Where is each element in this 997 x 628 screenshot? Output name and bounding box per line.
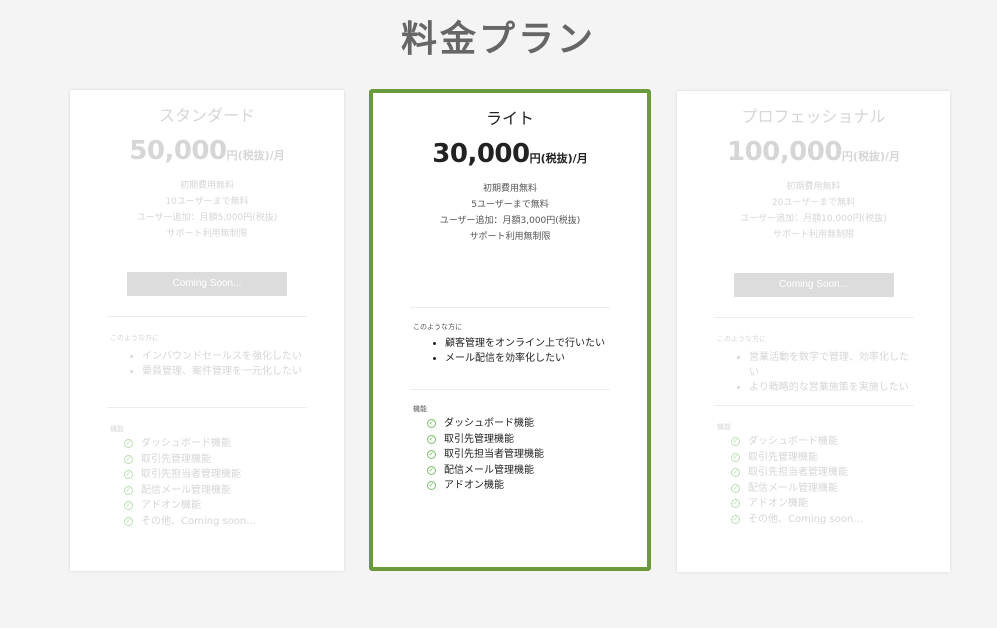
list-item: ✓ 取引先管理機能 xyxy=(427,433,514,445)
list-item: ✓ ダッシュボード機能 xyxy=(731,436,838,447)
list-item: ✓ アドオン機能 xyxy=(124,500,201,511)
price-unit: 円(税抜)/月 xyxy=(529,152,588,165)
list-item: メール配信を効率化したい xyxy=(445,351,611,366)
list-item: より戦略的な営業施策を実施したい xyxy=(749,380,914,395)
plan-card-light[interactable]: ライト 30,000円(税抜)/月 初期費用無料 5ユーザーまで無料 ユーザー追… xyxy=(369,89,651,571)
summary-line: 初期費用無料 xyxy=(179,181,234,191)
list-item: ✓ その他、Coming soon... xyxy=(124,515,256,527)
features-section-label: 機能 xyxy=(110,425,124,433)
check-icon: ✓ xyxy=(731,514,740,524)
list-item: ✓ アドオン機能 xyxy=(731,498,808,509)
list-item: ✓ 取引先担当者管理機能 xyxy=(731,467,848,478)
summary-line: 初期費用無料 xyxy=(482,184,537,194)
coming-soon-button[interactable]: Coming Soon... xyxy=(733,273,894,297)
check-icon: ✓ xyxy=(124,501,133,510)
plan-summary: 初期費用無料 5ユーザーまで無料 ユーザー追加：月額3,000円(税抜) サポー… xyxy=(373,181,647,245)
price-row: 50,000円(税抜)/月 xyxy=(70,136,344,166)
divider xyxy=(713,317,914,318)
plan-card-professional: プロフェッショナル 100,000円(税抜)/月 初期費用無料 20ユーザーまで… xyxy=(677,91,950,572)
summary-line: 10ユーザーまで無料 xyxy=(165,197,249,207)
check-icon: ✓ xyxy=(427,450,436,459)
plan-price: 50,000 xyxy=(129,136,227,166)
list-item: ✓ 取引先担当者管理機能 xyxy=(427,449,544,460)
feature-list: ✓ ダッシュボード機能 ✓ 取引先管理機能 ✓ 取引先担当者管理機能 ✓ 配信メール管理… xyxy=(731,434,950,527)
list-item: ✓ 取引先管理機能 xyxy=(731,451,818,463)
plan-summary: 初期費用無料 10ユーザーまで無料 ユーザー追加：月額5,000円(税抜) サポ… xyxy=(70,178,344,242)
divider xyxy=(410,307,610,308)
list-item: ✓ 配信メール管理機能 xyxy=(731,482,838,494)
summary-line: ユーザー追加：月額10,000円(税抜) xyxy=(740,214,887,224)
check-icon: ✓ xyxy=(124,470,133,479)
check-icon: ✓ xyxy=(427,434,436,444)
summary-line: 初期費用無料 xyxy=(786,182,841,192)
check-icon: ✓ xyxy=(731,437,740,446)
check-icon: ✓ xyxy=(124,454,133,464)
page-title: 料金プラン xyxy=(400,19,596,60)
target-section-label: このような方に xyxy=(110,334,159,342)
summary-line: サポート利用無制限 xyxy=(469,232,551,242)
check-icon: ✓ xyxy=(731,468,740,477)
summary-line: サポート利用無制限 xyxy=(772,230,854,240)
divider xyxy=(410,389,610,390)
feature-list: ✓ ダッシュボード機能 ✓ 取引先管理機能 ✓ 取引先担当者管理機能 ✓ 配信メール管理… xyxy=(427,416,647,494)
features-section-label: 機能 xyxy=(717,423,731,431)
price-row: 30,000円(税抜)/月 xyxy=(373,139,647,169)
divider xyxy=(107,316,307,317)
summary-line: 20ユーザーまで無料 xyxy=(771,198,856,208)
check-icon: ✓ xyxy=(124,516,133,526)
target-section-label: このような方に xyxy=(413,323,462,331)
summary-line: サポート利用無制限 xyxy=(166,229,248,239)
target-section-label: このような方に xyxy=(717,335,766,343)
list-item: ✓ 配信メール管理機能 xyxy=(427,464,534,476)
list-item: ✓ ダッシュボード機能 xyxy=(124,438,231,449)
plan-name: ライト xyxy=(485,109,534,128)
list-item: ✓ ダッシュボード機能 xyxy=(427,418,534,429)
summary-line: 5ユーザーまで無料 xyxy=(471,200,549,210)
plan-summary: 初期費用無料 20ユーザーまで無料 ユーザー追加：月額10,000円(税抜) サ… xyxy=(677,179,950,243)
target-list: 営業活動を数字で管理、効率化したい より戦略的な営業施策を実施したい xyxy=(749,350,914,395)
plan-card-standard: スタンダード 50,000円(税抜)/月 初期費用無料 10ユーザーまで無料 ユ… xyxy=(70,90,344,571)
list-item: インバウンドセールスを強化したい xyxy=(142,349,308,364)
check-icon: ✓ xyxy=(427,419,436,428)
list-item: 要員管理、案件管理を一元化したい xyxy=(142,364,308,379)
list-item: ✓ 取引先担当者管理機能 xyxy=(124,469,241,480)
feature-list: ✓ ダッシュボード機能 ✓ 取引先管理機能 ✓ 取引先担当者管理機能 ✓ 配信メール管理… xyxy=(124,436,344,529)
list-item: ✓ 配信メール管理機能 xyxy=(124,484,231,496)
coming-soon-button[interactable]: Coming Soon... xyxy=(127,272,287,296)
summary-line: ユーザー追加：月額3,000円(税抜) xyxy=(439,216,581,226)
list-item: ✓ 取引先管理機能 xyxy=(124,453,211,465)
check-icon: ✓ xyxy=(731,499,740,508)
plan-name: スタンダード xyxy=(158,106,255,125)
price-row: 100,000円(税抜)/月 xyxy=(677,137,950,167)
price-unit: 円(税抜)/月 xyxy=(226,149,285,162)
check-icon: ✓ xyxy=(427,465,436,475)
check-icon: ✓ xyxy=(731,452,740,462)
check-icon: ✓ xyxy=(124,485,133,495)
plan-price: 100,000 xyxy=(727,137,842,167)
plan-price: 30,000 xyxy=(432,139,530,169)
price-unit: 円(税抜)/月 xyxy=(841,150,900,163)
divider xyxy=(713,405,914,406)
check-icon: ✓ xyxy=(124,439,133,448)
list-item: 顧客管理をオンライン上で行いたい xyxy=(445,336,611,351)
list-item: ✓ その他、Coming soon... xyxy=(731,513,863,525)
summary-line: ユーザー追加：月額5,000円(税抜) xyxy=(136,213,278,223)
list-item: ✓ アドオン機能 xyxy=(427,480,504,491)
target-list: インバウンドセールスを強化したい 要員管理、案件管理を一元化したい xyxy=(142,349,308,379)
plan-name: プロフェッショナル xyxy=(741,107,886,126)
check-icon: ✓ xyxy=(731,483,740,493)
check-icon: ✓ xyxy=(427,481,436,490)
list-item: 営業活動を数字で管理、効率化したい xyxy=(749,350,914,380)
target-list: 顧客管理をオンライン上で行いたい メール配信を効率化したい xyxy=(445,336,611,366)
features-section-label: 機能 xyxy=(413,405,427,413)
divider xyxy=(107,407,307,408)
